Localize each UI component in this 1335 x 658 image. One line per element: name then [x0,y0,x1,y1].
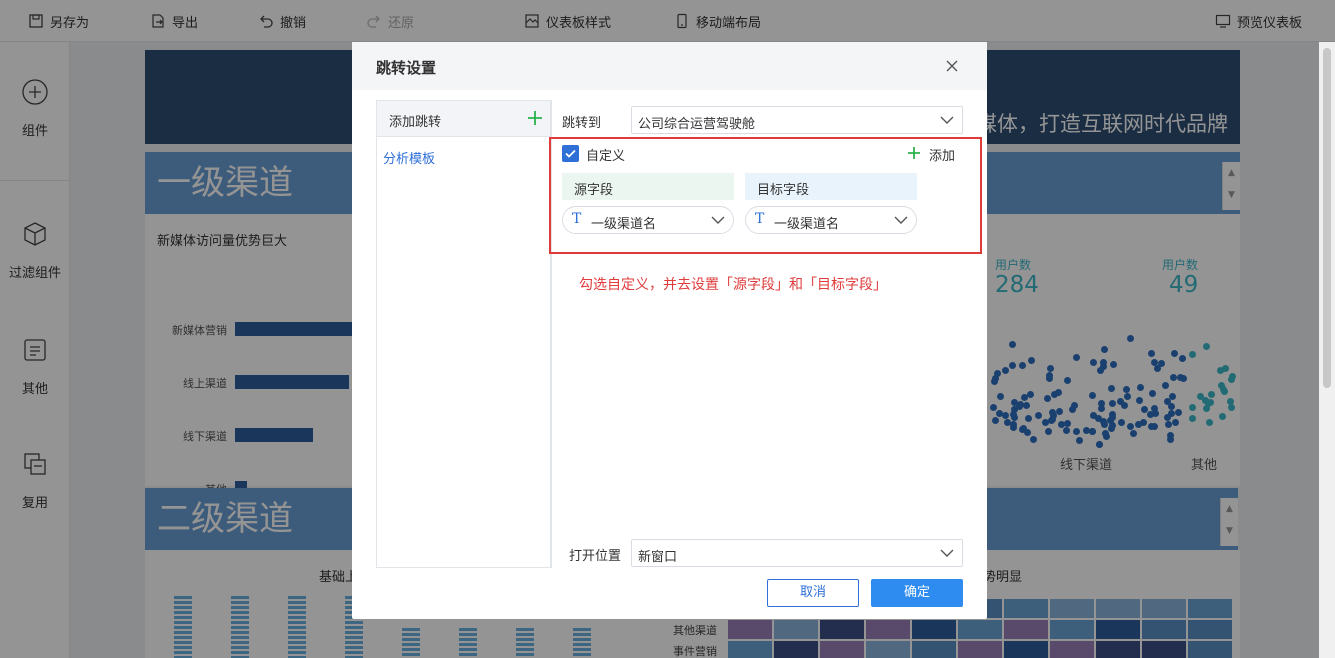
target-field-select[interactable]: T 一级渠道名 [745,206,917,234]
open-position-select[interactable]: 新窗口 [631,539,963,567]
source-field-select[interactable]: T 一级渠道名 [562,206,734,234]
jump-list-panel: 添加跳转 分析模板 [376,100,551,568]
checkmark-icon [565,149,576,158]
confirm-button[interactable]: 确定 [871,579,963,607]
app-root: 另存为 导出 撤销 还原 仪表板样式 移动端布局 预览仪表板 组件 过滤组件 其… [0,0,1335,658]
source-field-header: 源字段 [562,173,734,200]
dialog-title: 跳转设置 [376,59,437,77]
source-field-value: 一级渠道名 [591,217,657,232]
text-type-icon: T [755,211,765,227]
text-type-icon: T [572,211,582,227]
close-icon[interactable] [944,58,960,74]
plus-icon[interactable] [907,146,921,160]
chevron-down-icon [940,549,954,557]
chevron-down-icon [940,116,954,124]
open-position-label: 打开位置 [569,549,622,564]
instruction-hint: 勾选自定义，并去设置「源字段」和「目标字段」 [579,277,887,293]
cancel-button[interactable]: 取消 [767,579,859,607]
jump-to-label: 跳转到 [562,116,602,131]
jump-settings-dialog: 跳转设置 添加跳转 分析模板 跳转到 公司综合运营驾驶舱 自定义 添加 源字段 … [352,42,987,619]
jump-to-select[interactable]: 公司综合运营驾驶舱 [631,106,963,134]
custom-checkbox[interactable] [562,145,579,162]
chevron-down-icon [894,216,908,224]
target-field-value: 一级渠道名 [774,217,840,232]
jump-to-value: 公司综合运营驾驶舱 [638,117,756,132]
jump-item-analysis-template[interactable]: 分析模板 [383,148,435,167]
add-jump-row[interactable]: 添加跳转 [377,101,550,137]
chevron-down-icon [711,216,725,224]
add-jump-label: 添加跳转 [389,115,442,130]
plus-icon[interactable] [527,110,543,126]
open-position-value: 新窗口 [638,550,678,565]
custom-label: 自定义 [586,149,626,164]
dialog-header: 跳转设置 [352,42,987,90]
page-scrollbar[interactable] [1319,42,1335,658]
scrollbar-thumb[interactable] [1323,48,1331,388]
target-field-header: 目标字段 [745,173,917,200]
add-field-button[interactable]: 添加 [929,145,955,164]
